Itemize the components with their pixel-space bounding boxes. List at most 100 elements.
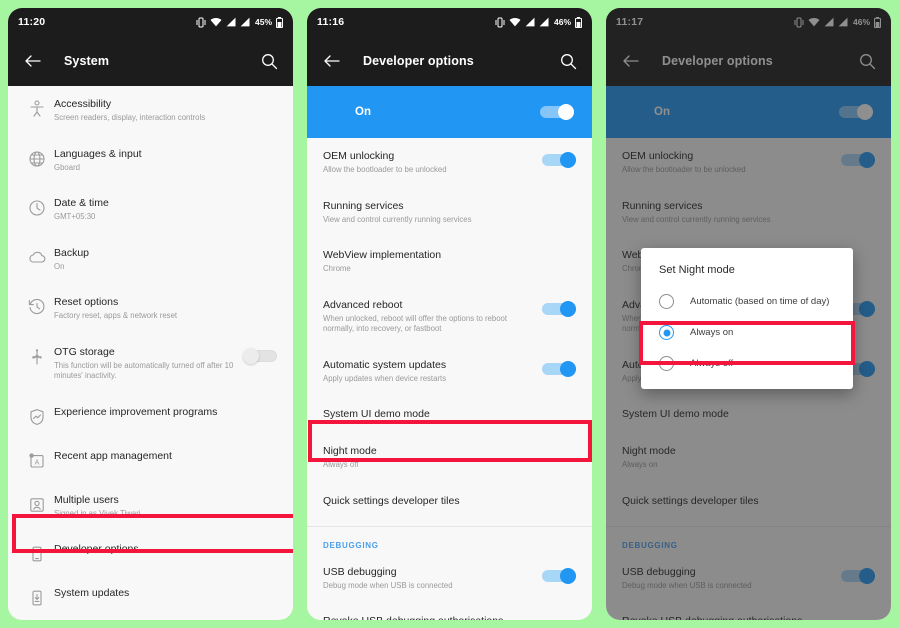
list-item-reset-options[interactable]: Reset options Factory reset, apps & netw… xyxy=(8,284,293,334)
status-icon-group: 45% xyxy=(196,16,283,28)
page-title: Developer options xyxy=(363,54,474,68)
app-bar: Developer options xyxy=(307,36,592,86)
status-icon-group: 46% xyxy=(495,16,582,28)
list-item-developer-options[interactable]: Developer options xyxy=(8,531,293,575)
accessibility-icon xyxy=(20,98,54,118)
phone-icon xyxy=(20,543,54,563)
radio-icon[interactable] xyxy=(659,356,674,371)
list-item-title: Running services xyxy=(323,199,404,212)
list-item-title: Recent app management xyxy=(54,449,172,462)
list-item-subtitle: Gboard xyxy=(54,162,81,172)
list-item-title: Accessibility xyxy=(54,98,112,110)
list-item-recent-app-management[interactable]: A Recent app management xyxy=(8,438,293,482)
cloud-icon xyxy=(20,247,54,265)
master-switch-row[interactable]: On xyxy=(307,86,592,138)
list-item-title: Date & time xyxy=(54,197,109,209)
list-item-system-ui-demo-mode[interactable]: System UI demo mode xyxy=(307,396,592,433)
list-item-system-updates[interactable]: System updates xyxy=(8,575,293,619)
list-item-subtitle: Allow the bootloader to be unlocked xyxy=(323,165,447,174)
back-arrow-icon[interactable] xyxy=(321,51,341,71)
list-item-title: System UI demo mode xyxy=(323,408,430,420)
battery-icon xyxy=(276,16,283,28)
radio-label: Always on xyxy=(690,327,734,338)
list-item-title: Advanced reboot xyxy=(323,298,403,311)
clock-icon xyxy=(20,197,54,217)
list-item-title: Experience improvement programs xyxy=(54,405,218,418)
usb-debugging-toggle[interactable] xyxy=(542,566,576,584)
recent-apps-icon: A xyxy=(20,450,54,470)
search-icon[interactable] xyxy=(558,51,578,71)
shield-trend-icon xyxy=(20,406,54,426)
radio-option-always-off[interactable]: Always off xyxy=(641,348,853,379)
list-item-oem-unlocking[interactable]: OEM unlocking Allow the bootloader to be… xyxy=(307,138,592,188)
list-item-automatic-system-updates[interactable]: Automatic system updates Apply updates w… xyxy=(307,347,592,397)
list-item-title: Reset options xyxy=(54,296,119,308)
list-item-revoke-usb-debugging[interactable]: Revoke USB debugging authorisations xyxy=(307,603,592,620)
list-item-webview-implementation[interactable]: WebView implementation Chrome xyxy=(307,237,592,287)
list-item-date-time[interactable]: Date & time GMT+05:30 xyxy=(8,185,293,235)
otg-toggle[interactable] xyxy=(243,346,277,364)
list-item-multiple-users[interactable]: Multiple users Signed in as Vivek Tiwari xyxy=(8,482,293,532)
list-item-subtitle: Screen readers, display, interaction con… xyxy=(54,113,206,122)
status-clock: 11:16 xyxy=(317,16,345,28)
master-switch-toggle[interactable] xyxy=(540,104,574,120)
list-item-title: USB debugging xyxy=(323,565,397,578)
advanced-reboot-toggle[interactable] xyxy=(542,299,576,317)
vibrate-icon xyxy=(495,17,505,28)
status-bar: 11:20 45% xyxy=(8,8,293,36)
radio-option-automatic[interactable]: Automatic (based on time of day) xyxy=(641,286,853,317)
back-arrow-icon[interactable] xyxy=(22,51,42,71)
history-icon xyxy=(20,296,54,316)
master-switch-label: On xyxy=(355,106,371,118)
list-item-title: OTG storage xyxy=(54,345,115,358)
screenshot-stage: 11:20 45% System Accessibility Screen re… xyxy=(0,0,900,628)
signal-sim2-icon xyxy=(240,17,250,27)
list-item-subtitle: This function will be automatically turn… xyxy=(54,360,234,381)
list-item-subtitle: Apply updates when device restarts xyxy=(323,373,447,383)
automatic-system-updates-toggle[interactable] xyxy=(542,359,576,377)
list-item-subtitle: View and control currently running servi… xyxy=(323,214,472,224)
user-icon xyxy=(20,494,54,514)
list-item-running-services[interactable]: Running services View and control curren… xyxy=(307,188,592,238)
radio-option-always-on[interactable]: Always on xyxy=(641,317,853,348)
wifi-icon xyxy=(210,17,222,27)
list-item-accessibility[interactable]: Accessibility Screen readers, display, i… xyxy=(8,86,293,136)
signal-sim2-icon xyxy=(539,17,549,27)
search-icon[interactable] xyxy=(259,51,279,71)
list-item-usb-debugging[interactable]: USB debugging Debug mode when USB is con… xyxy=(307,554,592,604)
battery-icon xyxy=(575,16,582,28)
list-item-languages-input[interactable]: Languages & input Gboard xyxy=(8,136,293,186)
usb-icon xyxy=(20,346,54,366)
list-item-otg-storage[interactable]: OTG storage This function will be automa… xyxy=(8,334,293,394)
dialog-title: Set Night mode xyxy=(659,264,735,276)
list-item-subtitle: GMT+05:30 xyxy=(54,212,96,221)
list-item-backup[interactable]: Backup On xyxy=(8,235,293,285)
list-item-night-mode[interactable]: Night mode Always off xyxy=(307,433,592,483)
globe-icon xyxy=(20,148,54,168)
radio-icon[interactable] xyxy=(659,294,674,309)
svg-text:A: A xyxy=(35,459,40,466)
list-item-subtitle: Factory reset, apps & network reset xyxy=(54,311,178,320)
list-item-advanced-reboot[interactable]: Advanced reboot When unlocked, reboot wi… xyxy=(307,287,592,347)
oem-unlocking-toggle[interactable] xyxy=(542,150,576,168)
list-item-title: Backup xyxy=(54,246,90,259)
radio-icon[interactable] xyxy=(659,325,674,340)
list-item-subtitle: Debug mode when USB is connected xyxy=(323,580,453,590)
list-item-title: Multiple users xyxy=(54,493,119,506)
status-clock: 11:20 xyxy=(18,16,46,28)
phone-panel-developer-options: 11:16 46% Developer options On OEM unloc… xyxy=(307,8,592,620)
list-item-experience-improvement[interactable]: Experience improvement programs xyxy=(8,394,293,438)
developer-options-list: OEM unlocking Allow the bootloader to be… xyxy=(307,138,592,620)
phone-panel-system: 11:20 45% System Accessibility Screen re… xyxy=(8,8,293,620)
app-bar: System xyxy=(8,36,293,86)
list-item-title: Night mode xyxy=(323,445,377,457)
vibrate-icon xyxy=(196,17,206,28)
radio-label: Automatic (based on time of day) xyxy=(690,296,830,307)
system-update-icon xyxy=(20,587,54,607)
list-item-title: OEM unlocking xyxy=(323,150,395,162)
phone-panel-night-mode-dialog: 11:17 46% xyxy=(606,8,891,620)
list-item-title: Quick settings developer tiles xyxy=(323,494,460,507)
list-item-quick-settings-developer-tiles[interactable]: Quick settings developer tiles xyxy=(307,483,592,520)
list-item-subtitle: When unlocked, reboot will offer the opt… xyxy=(323,313,508,334)
settings-list: Accessibility Screen readers, display, i… xyxy=(8,86,293,619)
